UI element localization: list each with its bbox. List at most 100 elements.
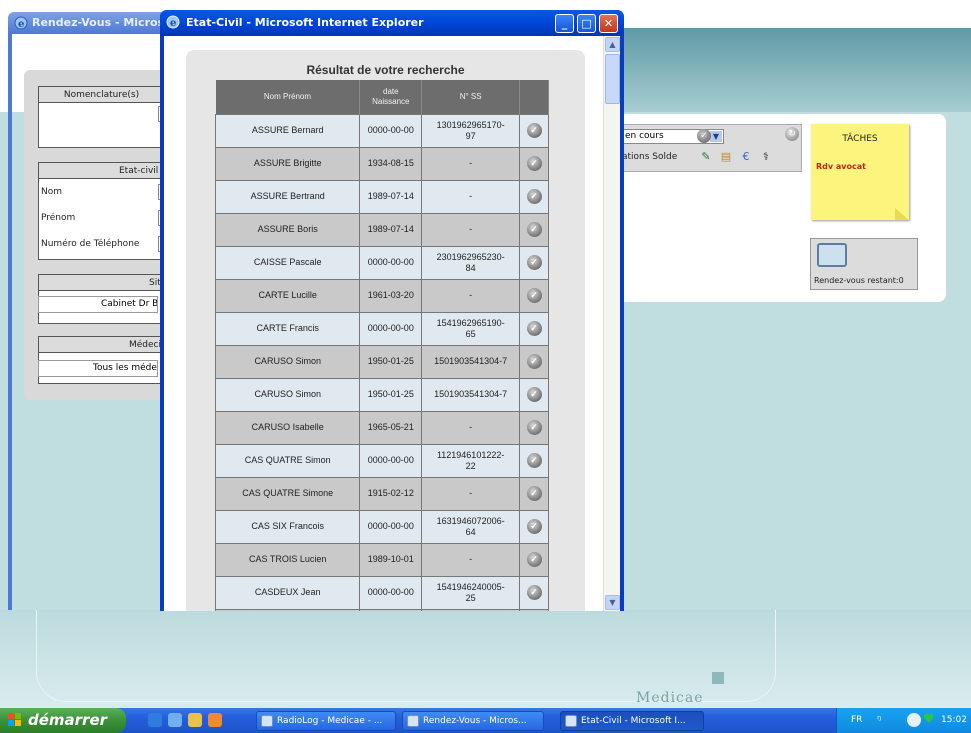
cell-ss: 1121946101222- 22 — [421, 443, 521, 478]
medical-icon[interactable]: ⚕ — [760, 151, 772, 163]
refresh-icon[interactable]: ↻ — [785, 127, 799, 141]
cell-ss: - — [421, 179, 521, 214]
site-select[interactable]: Cabinet Dr B — [38, 296, 158, 313]
background-window-titlebar[interactable]: e Rendez-Vous - Microsoft Internet Explo… — [8, 12, 166, 34]
chevron-down-icon[interactable]: ▼ — [710, 131, 722, 142]
table-row[interactable]: CARUSO Simon 1950-01-25 1501903541304-7 ✓ — [214, 344, 549, 379]
media-icon[interactable] — [188, 713, 202, 727]
cell-ss: 1631946072006- 64 — [421, 509, 521, 544]
rdv-remaining-box[interactable]: Rendez-vous restant:0 — [810, 238, 918, 290]
cell-action: ✓ — [519, 344, 549, 379]
patient-name: CARUSO Isabelle — [251, 422, 324, 432]
clock: 15:02 — [941, 715, 967, 725]
cell-name: CARUSO Isabelle — [214, 410, 361, 445]
table-row[interactable]: ASSURE Bernard 0000-00-00 1301962965170- 97… — [214, 113, 549, 148]
table-row[interactable]: ASSURE Brigitte 1934-08-15 - ✓ — [214, 146, 549, 181]
check-icon[interactable]: ✓ — [526, 123, 542, 138]
cell-date: 1915-02-12 — [359, 476, 423, 511]
popup-scrollbar[interactable]: ▲ ▼ — [603, 36, 620, 611]
ie-icon[interactable] — [148, 713, 162, 727]
telephone-label: Numéro de Téléphone — [41, 239, 140, 249]
ss-number-line1: 2301962965230- — [436, 251, 505, 262]
status-icon[interactable]: ♥ — [923, 712, 935, 727]
header-action — [519, 80, 549, 114]
table-row[interactable]: CARTE Lucille 1961-03-20 - ✓ — [214, 278, 549, 313]
task-item[interactable]: Rdv avocat — [816, 162, 866, 171]
check-icon[interactable]: ✓ — [526, 585, 542, 600]
table-row[interactable]: CASDEUX Marie-helene1956-04-25-✓ — [214, 608, 549, 611]
cell-ss: - — [421, 212, 521, 247]
check-icon[interactable]: ✓ — [526, 420, 542, 435]
table-row[interactable]: ASSURE Boris 1989-07-14 - ✓ — [214, 212, 549, 247]
network-icon[interactable]: ᵑ — [877, 713, 882, 726]
ss-number-line1: - — [469, 422, 473, 432]
patient-name: ASSURE Boris — [257, 224, 318, 234]
table-row[interactable]: CAS QUATRE Simon 0000-00-00 1121946101222-… — [214, 443, 549, 478]
ie-icon: e — [166, 15, 180, 29]
scroll-down-icon[interactable]: ▼ — [605, 595, 620, 610]
cell-ss: - — [421, 542, 521, 577]
table-row[interactable]: CAS QUATRE Simone 1915-02-12 - ✓ — [214, 476, 549, 511]
scroll-thumb[interactable] — [605, 54, 620, 104]
table-row[interactable]: CAS TROIS Lucien 1989-10-01 - ✓ — [214, 542, 549, 577]
rdv-remaining-label: Rendez-vous restant:0 — [814, 276, 904, 285]
result-body: ASSURE Bernard 0000-00-00 1301962965170- 97… — [214, 113, 549, 611]
medecin-select[interactable]: Tous les médecins — [38, 360, 158, 377]
check-icon[interactable]: ✓ — [526, 222, 542, 237]
taskbar-item-etat-civil[interactable]: Etat-Civil - Microsoft I... — [560, 711, 704, 731]
check-icon[interactable]: ✓ — [526, 321, 542, 336]
check-icon[interactable]: ✓ — [526, 189, 542, 204]
check-icon[interactable]: ✓ — [526, 255, 542, 270]
check-icon[interactable]: ✓ — [526, 156, 542, 171]
telephone-row: Numéro de Téléphone — [39, 231, 166, 257]
edit-icon[interactable]: ✎ — [700, 151, 712, 163]
page-fold — [895, 208, 909, 220]
cell-action: ✓ — [519, 476, 549, 511]
check-icon[interactable]: ✓ — [526, 453, 542, 468]
cell-name: CARTE Lucille — [214, 278, 361, 313]
taskbar-item-radiolog[interactable]: RadioLog - Medicae - ... — [256, 711, 396, 731]
toolbar-links[interactable]: ations Solde — [622, 152, 677, 162]
volume-icon[interactable] — [907, 713, 921, 727]
scroll-up-icon[interactable]: ▲ — [605, 37, 620, 52]
table-row[interactable]: CASDEUX Jean 0000-00-00 1541946240005- 25 ✓ — [214, 575, 549, 610]
check-icon[interactable]: ✓ — [526, 486, 542, 501]
check-icon[interactable]: ✓ — [526, 288, 542, 303]
euro-icon[interactable]: € — [740, 151, 752, 163]
table-row[interactable]: CAS SIX Francois 0000-00-00 1631946072006-… — [214, 509, 549, 544]
cell-action: ✓ — [519, 278, 549, 313]
start-button[interactable]: démarrer — [0, 708, 126, 733]
ss-number-line2: 64 — [465, 526, 476, 537]
birth-date: 1915-02-12 — [367, 488, 414, 498]
document-icon[interactable]: ▤ — [720, 151, 732, 163]
cell-action: ✓ — [519, 509, 549, 544]
close-icon[interactable]: ✕ — [599, 14, 618, 33]
check-icon[interactable]: ✓ — [697, 129, 711, 143]
taskbar-item-rendez-vous[interactable]: Rendez-Vous - Micros... — [402, 711, 544, 731]
browser-icon[interactable] — [168, 713, 182, 727]
prenom-row: Prénom — [39, 205, 166, 231]
window-icon — [407, 715, 419, 727]
birth-date: 0000-00-00 — [367, 125, 414, 135]
check-icon[interactable]: ✓ — [526, 387, 542, 402]
table-row[interactable]: CARTE Francis 0000-00-00 1541962965190- 65 ✓ — [214, 311, 549, 346]
site-header: Site — [39, 275, 164, 291]
table-row[interactable]: ASSURE Bertrand 1989-07-14 - ✓ — [214, 179, 549, 214]
system-tray: FR ᵑ ♥ 15:02 — [836, 708, 971, 733]
table-row[interactable]: CARUSO Simon 1950-01-25 1501903541304-7 ✓ — [214, 377, 549, 412]
background-window-title: Rendez-Vous - Microsoft Internet Explore… — [32, 16, 166, 29]
popup-titlebar[interactable]: e Etat-Civil - Microsoft Internet Explor… — [160, 10, 624, 36]
check-icon[interactable]: ✓ — [526, 519, 542, 534]
table-row[interactable]: CAISSE Pascale 0000-00-00 2301962965230- 84… — [214, 245, 549, 280]
check-icon[interactable]: ✓ — [526, 354, 542, 369]
maximize-icon[interactable]: □ — [577, 14, 596, 33]
ss-number-line1: 1501903541304-7 — [434, 356, 508, 366]
cell-name: CARUSO Simon — [214, 344, 361, 379]
app-icon[interactable] — [208, 713, 222, 727]
table-row[interactable]: CARUSO Isabelle 1965-05-21 - ✓ — [214, 410, 549, 445]
taskbar-item-label: Rendez-Vous - Micros... — [423, 716, 527, 726]
language-indicator[interactable]: FR — [851, 715, 862, 725]
ss-number-line1: - — [469, 488, 473, 498]
check-icon[interactable]: ✓ — [526, 552, 542, 567]
minimize-icon[interactable]: _ — [555, 14, 574, 33]
